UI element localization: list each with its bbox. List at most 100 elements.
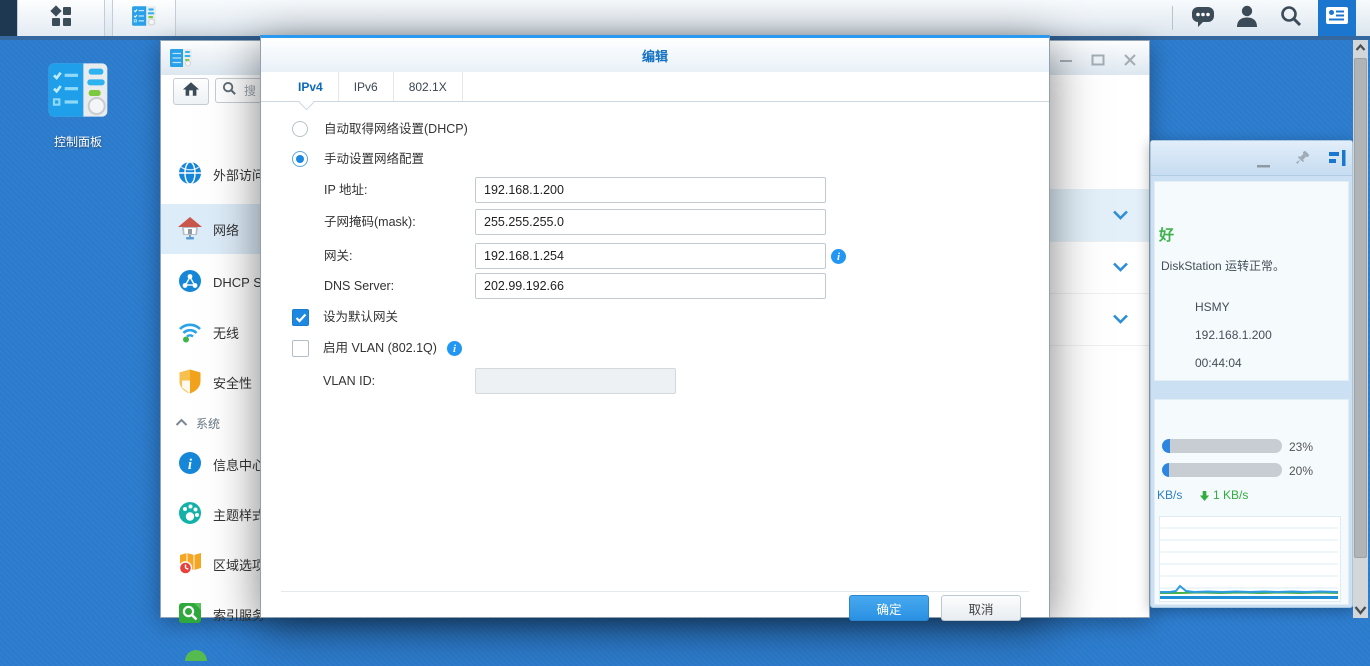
sidebar-item-label: 外部访问: [213, 165, 265, 184]
sidebar-item-label: 网络: [213, 220, 239, 239]
cpu-usage-fill: [1162, 439, 1170, 453]
dialog-tabs: IPv4 IPv6 802.1X: [261, 72, 1049, 102]
taskbar: [0, 0, 1370, 40]
dialog-titlebar[interactable]: 编辑: [261, 38, 1049, 72]
search-icon: [222, 81, 237, 101]
search-icon: [1279, 4, 1303, 33]
ip-label: IP 地址:: [324, 177, 368, 203]
control-panel-icon: [46, 109, 110, 126]
gateway-info-icon[interactable]: i: [831, 249, 846, 264]
home-icon: [182, 81, 200, 103]
home-button[interactable]: [173, 78, 209, 105]
wifi-icon: [177, 318, 203, 347]
pilot-view-button[interactable]: [1318, 0, 1356, 36]
tab-ipv6[interactable]: IPv6: [339, 72, 394, 101]
dialog-title: 编辑: [642, 46, 668, 65]
vlan-checkbox[interactable]: [292, 340, 309, 357]
vlan-id-input: [475, 368, 676, 394]
gateway-input[interactable]: [475, 243, 826, 269]
sidebar-item-label: 无线: [213, 323, 239, 342]
palette-icon: [177, 500, 203, 529]
scroll-up-icon[interactable]: [1353, 40, 1368, 56]
main-menu-icon: [49, 4, 73, 33]
maximize-icon[interactable]: [1091, 53, 1105, 65]
control-panel-icon: [131, 3, 157, 34]
status-good-text: 好: [1159, 224, 1174, 245]
server-ip-value: 192.168.1.200: [1195, 328, 1272, 342]
network-traffic-chart: [1159, 516, 1341, 602]
footer-divider: [281, 591, 1029, 592]
chevron-down-icon[interactable]: [1112, 208, 1129, 226]
widget-header[interactable]: [1151, 141, 1352, 176]
vlan-info-icon[interactable]: i: [447, 341, 462, 356]
status-description: DiskStation 运转正常。: [1161, 257, 1285, 274]
globe-icon: [177, 160, 203, 189]
chevron-down-icon[interactable]: [1112, 260, 1129, 278]
taskbar-edge: [0, 0, 17, 36]
edit-dialog: 编辑 IPv4 IPv6 802.1X 自动取得网络设置(DHCP) 手动设置网…: [260, 35, 1050, 618]
pin-icon[interactable]: [1293, 149, 1311, 172]
dns-label: DNS Server:: [324, 273, 394, 299]
network-home-icon: [177, 215, 203, 244]
sidebar-item-label: 信息中心: [213, 455, 265, 474]
sidebar-item-label: DHCP S: [213, 275, 262, 290]
desktop-scrollbar[interactable]: [1353, 40, 1368, 618]
ok-button[interactable]: 确定: [849, 595, 929, 621]
sidebar-item-label: 索引服务: [213, 605, 265, 624]
cpu-usage-bar: [1162, 439, 1282, 453]
close-icon[interactable]: [1123, 53, 1137, 65]
scrollbar-thumb[interactable]: [1354, 58, 1367, 558]
system-health-widget: 好 DiskStation 运转正常。 HSMY 192.168.1.200 0…: [1150, 140, 1353, 608]
sidebar-item-label: 区域选项: [213, 555, 265, 574]
sidebar-item-partial-icon: [183, 647, 209, 666]
taskbar-divider: [1172, 6, 1173, 30]
sidebar-section-label: 系统: [196, 415, 220, 432]
sidebar-item-label: 安全性: [213, 373, 252, 392]
radio-manual-label: 手动设置网络配置: [324, 146, 424, 172]
default-gateway-label: 设为默认网关: [323, 304, 398, 330]
download-speed: 1 KB/s: [1213, 488, 1248, 502]
notifications-button[interactable]: [1189, 0, 1217, 36]
dns-input[interactable]: [475, 273, 826, 299]
cancel-button[interactable]: 取消: [941, 595, 1021, 621]
control-panel-icon: [169, 46, 193, 75]
default-gateway-checkbox[interactable]: [292, 309, 309, 326]
radio-dhcp-label: 自动取得网络设置(DHCP): [324, 116, 468, 142]
radio-dhcp[interactable]: [292, 121, 308, 137]
index-search-icon: [177, 600, 203, 629]
uptime-value: 00:44:04: [1195, 356, 1242, 370]
search-button[interactable]: [1278, 0, 1304, 36]
info-icon: i: [177, 450, 203, 479]
user-icon: [1235, 3, 1259, 34]
radio-manual[interactable]: [292, 151, 308, 167]
upload-speed: KB/s: [1157, 488, 1182, 502]
mask-label: 子网掩码(mask):: [324, 209, 416, 235]
ip-input[interactable]: [475, 177, 826, 203]
sidebar-item-label: 主题样式: [213, 505, 265, 524]
vlan-checkbox-label: 启用 VLAN (802.1Q): [323, 335, 437, 361]
shield-icon: [177, 368, 203, 397]
system-status-card: 好 DiskStation 运转正常。 HSMY 192.168.1.200 0…: [1154, 181, 1349, 381]
check-icon: [295, 313, 307, 323]
widget-layout-icon[interactable]: [1329, 150, 1347, 171]
ram-usage-value: 20%: [1289, 464, 1313, 478]
cpu-usage-value: 23%: [1289, 440, 1313, 454]
map-clock-icon: [177, 550, 203, 579]
tab-ipv4[interactable]: IPv4: [283, 72, 339, 101]
mask-input[interactable]: [475, 209, 826, 235]
scroll-down-icon[interactable]: [1353, 602, 1368, 618]
ram-usage-fill: [1162, 463, 1169, 477]
user-menu-button[interactable]: [1234, 0, 1260, 36]
dhcp-icon: [177, 268, 203, 297]
minimize-icon[interactable]: [1059, 53, 1073, 65]
chat-bubble-icon: [1190, 3, 1216, 34]
gateway-label: 网关:: [324, 243, 352, 269]
tab-8021x[interactable]: 802.1X: [394, 72, 463, 101]
minimize-icon[interactable]: [1257, 155, 1270, 173]
chevron-down-icon[interactable]: [1112, 312, 1129, 330]
main-menu-button[interactable]: [17, 0, 105, 36]
control-panel-task-button[interactable]: [112, 0, 176, 36]
vlan-id-label: VLAN ID:: [323, 368, 375, 394]
desktop-control-panel-shortcut[interactable]: 控制面板: [34, 58, 122, 150]
ram-usage-bar: [1162, 463, 1282, 477]
